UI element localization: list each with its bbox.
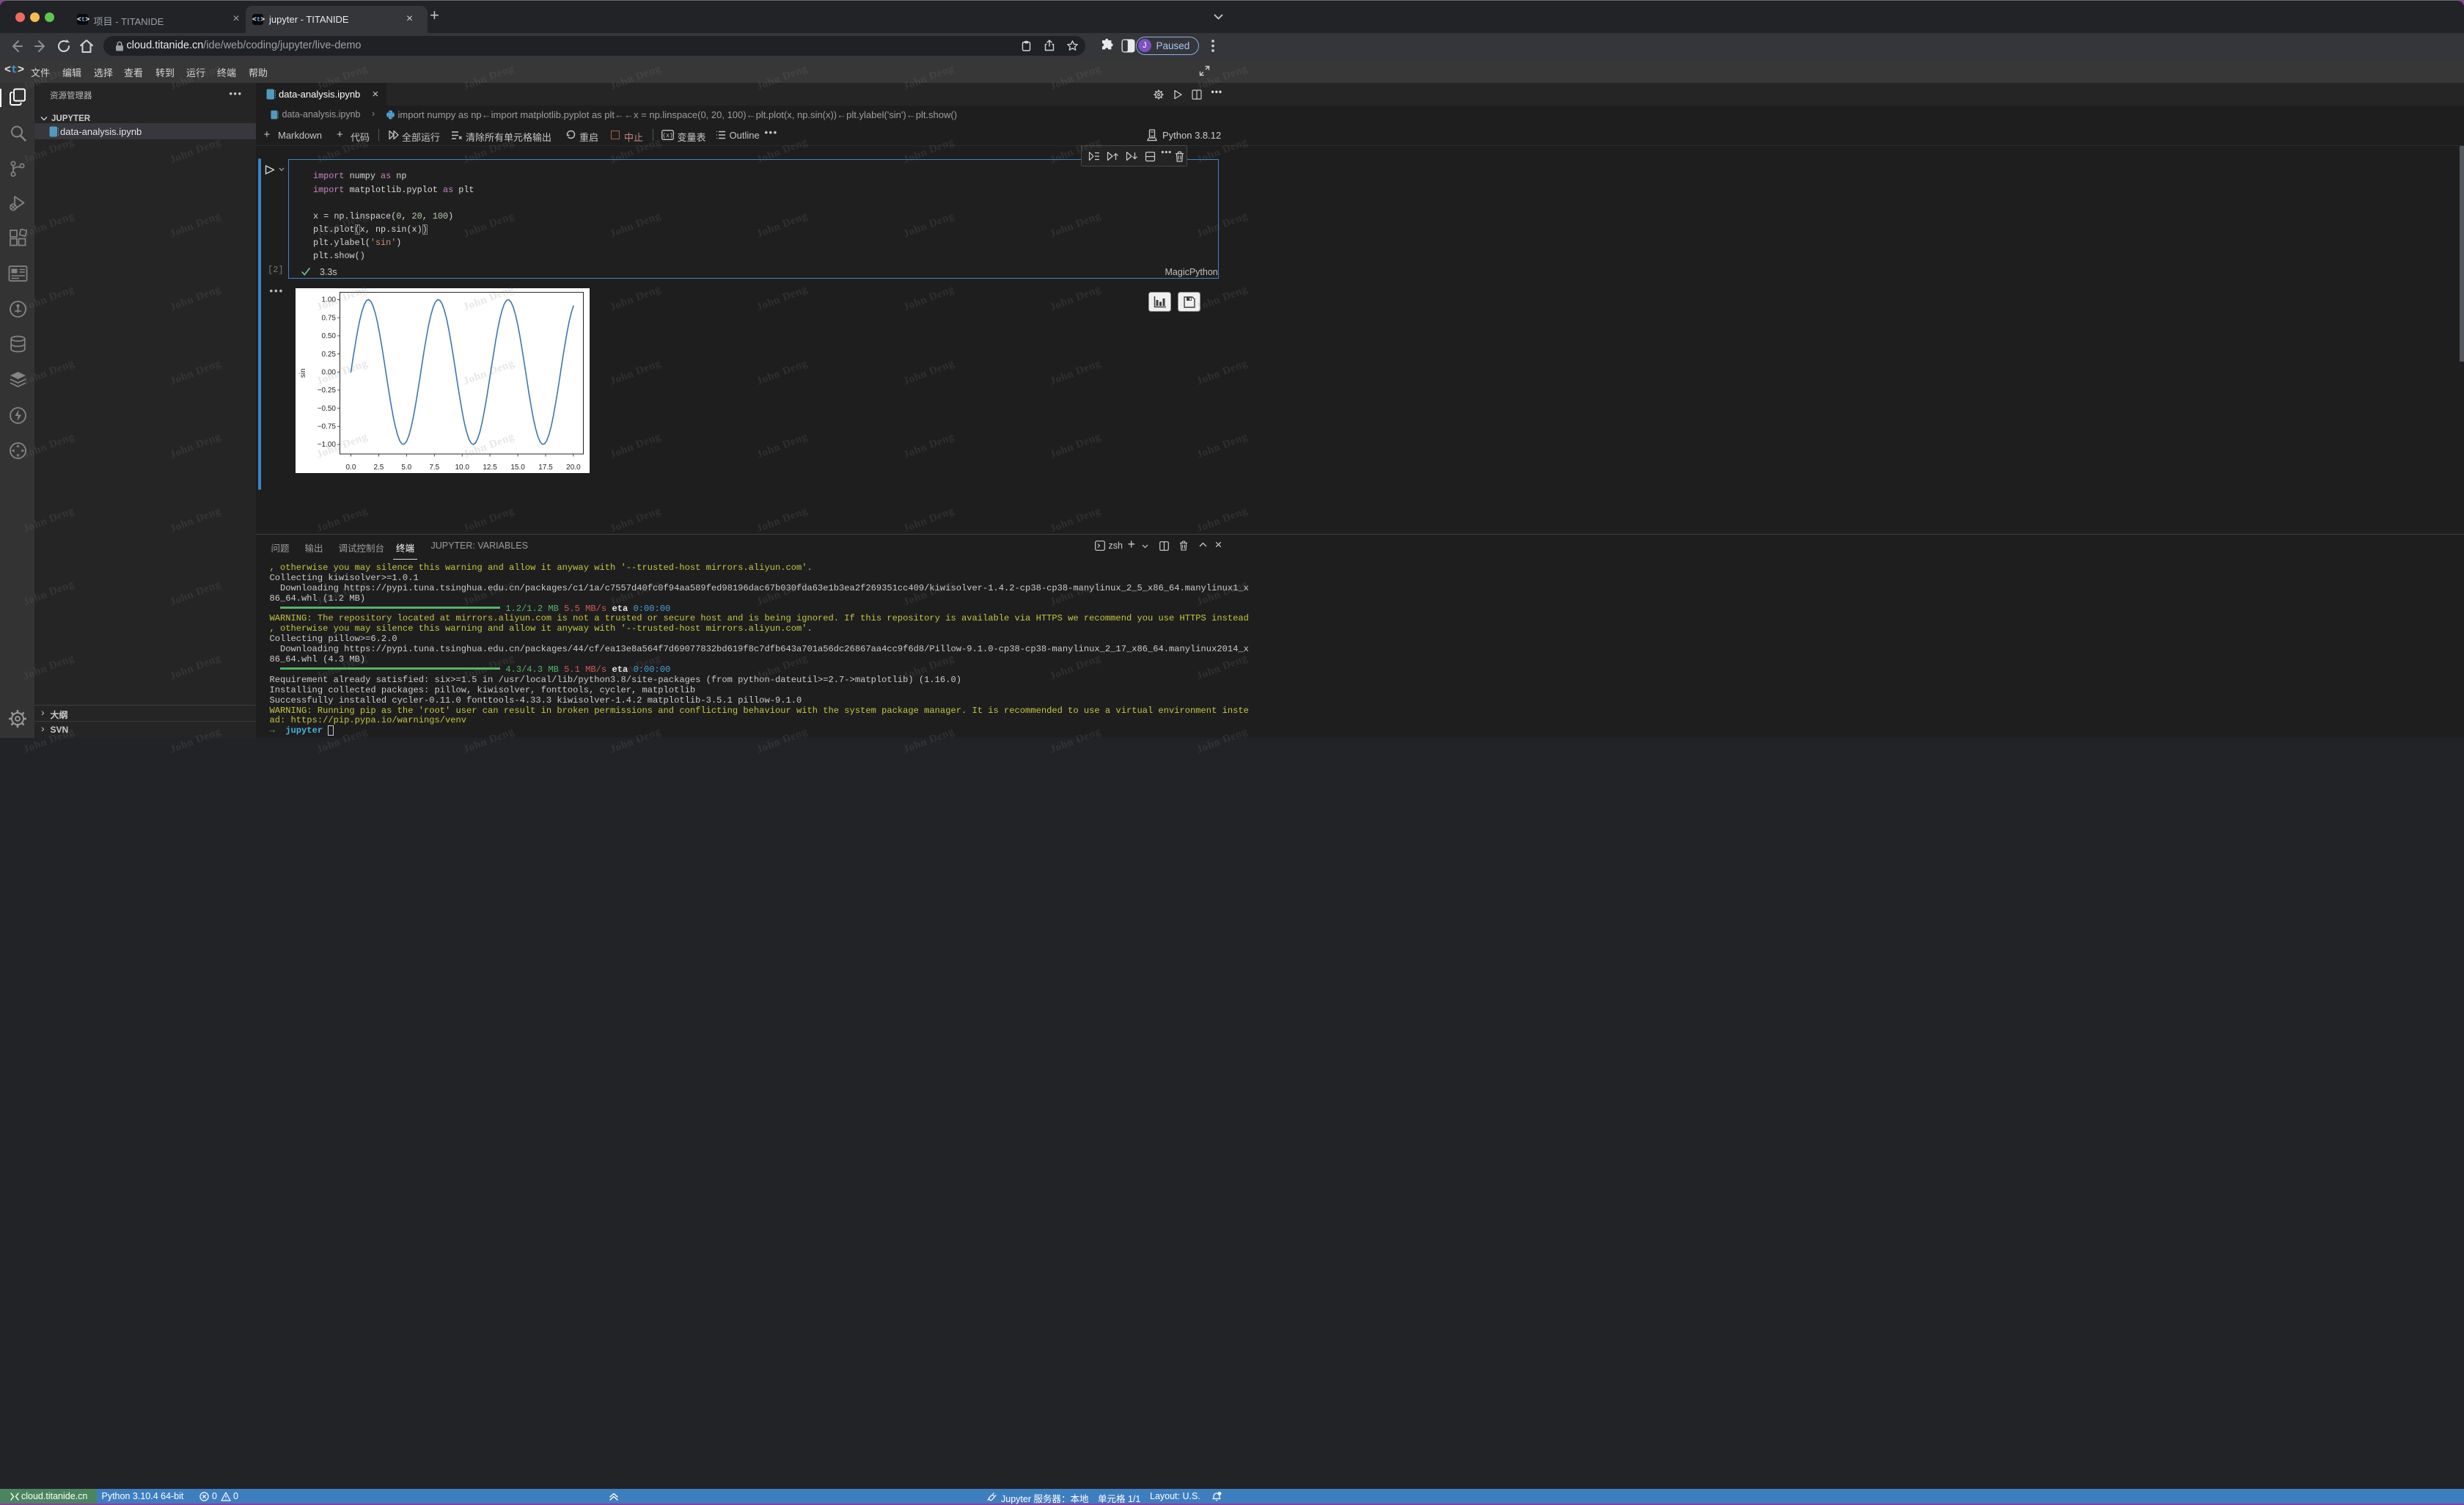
svg-text:10.0: 10.0 [455, 464, 469, 472]
svg-text:−0.50: −0.50 [318, 405, 337, 413]
svg-text:2.5: 2.5 [373, 464, 384, 472]
svg-text:0.75: 0.75 [322, 314, 337, 322]
svg-text:(x): (x) [662, 133, 672, 139]
svg-text:15.0: 15.0 [510, 464, 525, 472]
svg-text:12.5: 12.5 [483, 464, 497, 472]
svg-text:−0.25: −0.25 [318, 387, 337, 395]
svg-text:0.50: 0.50 [322, 332, 337, 340]
svg-text:1.00: 1.00 [322, 296, 337, 304]
svg-text:sin: sin [299, 368, 307, 378]
svg-text:7.5: 7.5 [429, 464, 439, 472]
svg-text:20.0: 20.0 [566, 464, 581, 472]
svg-text:−0.75: −0.75 [318, 423, 337, 431]
svg-text:0.0: 0.0 [346, 464, 356, 472]
svg-text:5.0: 5.0 [401, 464, 411, 472]
svg-text:0.25: 0.25 [322, 351, 337, 359]
svg-text:17.5: 17.5 [538, 464, 553, 472]
svg-text:−1.00: −1.00 [318, 441, 337, 449]
svg-text:0.00: 0.00 [322, 369, 337, 377]
